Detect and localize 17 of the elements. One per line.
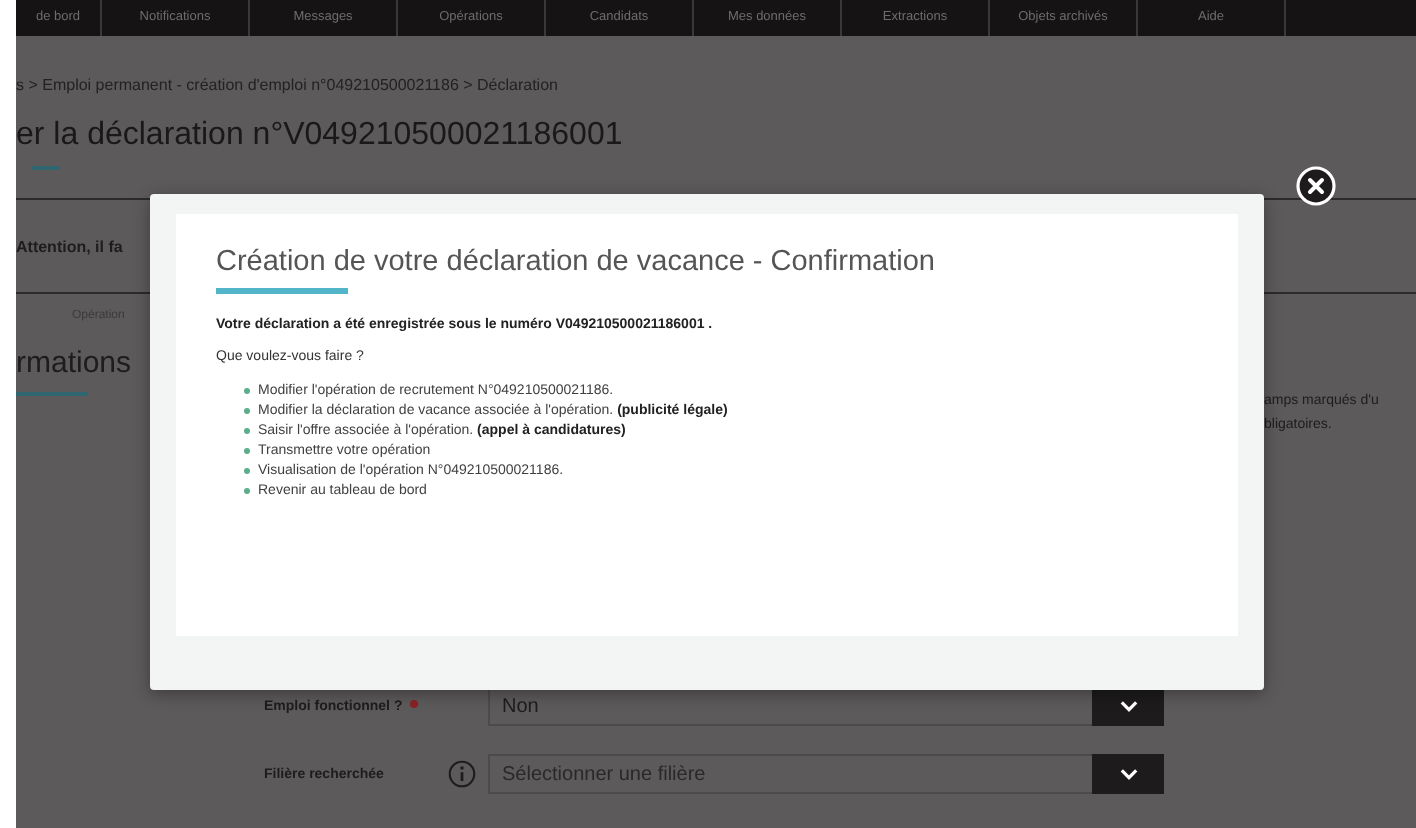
- bullet-icon: [244, 468, 250, 474]
- page-title: er la déclaration n°V049210500021186001: [16, 118, 625, 154]
- breadcrumb: s > Emploi permanent - création d'emploi n°049210500021186 > Déclaration: [16, 74, 560, 94]
- dropdown-button[interactable]: [1092, 686, 1164, 726]
- chevron-icon: [1119, 768, 1137, 780]
- chevron-icon: [1119, 700, 1137, 712]
- warning-text: Attention, il fa: [16, 237, 123, 255]
- bullet-icon: [244, 388, 250, 394]
- info-icon[interactable]: [448, 760, 476, 788]
- select-field[interactable]: Non: [488, 686, 1092, 726]
- bullet-icon: [244, 488, 250, 494]
- bullet-icon: [244, 408, 250, 414]
- modal-title: Création de votre déclaration de vacance - Confirmation: [216, 246, 937, 278]
- bullet-icon: [244, 448, 250, 454]
- section-title: rmations: [16, 346, 132, 380]
- bullet-icon: [244, 428, 250, 434]
- close-icon[interactable]: [1296, 166, 1336, 206]
